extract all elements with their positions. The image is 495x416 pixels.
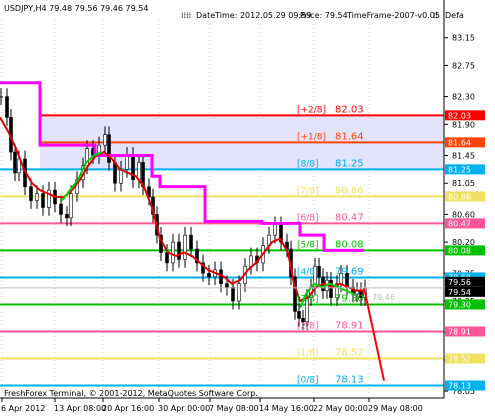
murrey-level-value: 82.03 <box>335 104 364 115</box>
ask-price-label: 79.56 <box>448 278 471 287</box>
candle-body <box>29 186 33 201</box>
murrey-level-value: 81.25 <box>335 158 364 169</box>
chart-window[interactable]: [+2/8] 82.03 [+1/8] 81.64 [8/8] 81.25 [7/8] 80.… <box>0 0 495 416</box>
price-tick-label: 82.30 <box>452 93 475 102</box>
header-marker-icon: ⁞⁞⁞⁞ <box>181 11 191 20</box>
candle-body <box>0 96 3 98</box>
header-marker-icon-2: ⁞⁞ <box>433 11 438 20</box>
candle-body <box>137 162 141 181</box>
murrey-level-name: [5/8] <box>297 240 319 250</box>
copyright-text: FreshForex Terminal, © 2001-2012, MetaQu… <box>4 389 258 398</box>
time-tick-label: 22 May 00:00 <box>313 404 368 413</box>
candle-body <box>103 134 107 146</box>
level-price-box-label: 80.47 <box>448 219 471 228</box>
murrey-level-name: [3/8] <box>297 294 319 304</box>
bid-price-label: 79.54 <box>448 288 471 297</box>
candle-body <box>119 169 123 184</box>
candle-body <box>297 311 301 319</box>
murrey-level-value: 81.64 <box>335 131 364 142</box>
murrey-level-name: [2/8] <box>297 321 319 331</box>
murrey-level-value: 80.86 <box>335 185 364 196</box>
candle-body <box>171 241 175 264</box>
murrey-level-name: [1/8] <box>297 349 319 359</box>
candle-body <box>249 255 253 267</box>
candle-body <box>237 283 241 302</box>
candle-body <box>59 203 63 215</box>
candle-body <box>189 234 193 250</box>
level-price-box-label: 81.64 <box>448 138 471 147</box>
level-price-box-label: 78.52 <box>448 355 471 364</box>
time-tick-label: 29 May 08:00 <box>368 404 423 413</box>
price-tick-label: 82.75 <box>452 61 475 70</box>
candle-body <box>207 272 211 278</box>
time-tick-label: 7 May 08:00 <box>209 404 259 413</box>
candle-body <box>65 214 69 219</box>
candle-body <box>183 234 187 260</box>
level-price-box-label: 80.08 <box>448 246 471 255</box>
candle-body <box>225 283 229 288</box>
level-price-box-label: 80.86 <box>448 192 471 201</box>
level-price-box-label: 79.30 <box>448 300 471 309</box>
murrey-level-value: 78.52 <box>335 348 364 359</box>
murrey-level-value: 79.69 <box>335 266 364 277</box>
murrey-level-name: [+2/8] <box>297 105 326 115</box>
murrey-level-name: [0/8] <box>297 376 319 386</box>
murrey-level-value: 80.08 <box>335 239 364 250</box>
level-price-box-label: 82.03 <box>448 111 471 120</box>
murrey-level-name: [4/8] <box>297 267 319 277</box>
murrey-level-name: [8/8] <box>297 159 319 169</box>
chart-background <box>0 0 495 416</box>
level-price-box-label: 81.25 <box>448 165 471 174</box>
time-tick-label: 30 Apr 00:00 <box>158 404 210 413</box>
candle-body <box>5 96 9 118</box>
header-date: DateTime: 2012.05.29 09:59 <box>196 11 311 20</box>
candle-body <box>13 151 17 174</box>
murrey-level-value: 80.47 <box>335 212 364 223</box>
candle-body <box>125 155 129 170</box>
price-tick-label: 81.05 <box>452 179 475 188</box>
murrey-level-name: [7/8] <box>297 186 319 196</box>
price-tick-label: 83.15 <box>452 34 475 43</box>
murrey-level-name: [+1/8] <box>297 132 326 142</box>
header-timeframe: TimeFrame-2007-v0.05 <box>346 11 440 20</box>
price-tick-label: 81.90 <box>452 120 475 129</box>
level-price-box-label: 78.13 <box>448 382 471 391</box>
candle-body <box>231 286 235 302</box>
candle-body <box>35 193 39 201</box>
murrey-level-value: 79.30 <box>335 293 364 304</box>
time-tick-label: 13 Apr 08:00 <box>54 404 106 413</box>
annotation-text: 79.46 <box>372 293 395 302</box>
candle-body <box>69 193 73 219</box>
price-tick-label: 80.60 <box>452 210 475 219</box>
header-price: Price: 79.54 <box>300 11 348 20</box>
murrey-level-value: 78.13 <box>335 375 364 386</box>
time-tick-label: 6 Apr 2012 <box>1 404 45 413</box>
time-tick-label: 20 Apr 16:00 <box>102 404 154 413</box>
indicator-header: ⁞⁞⁞⁞ DateTime: 2012.05.29 09:59 Price: 7… <box>181 11 464 20</box>
candle-body <box>273 224 277 236</box>
header-extra: Defa <box>445 11 464 20</box>
murrey-level-value: 78.91 <box>335 320 364 331</box>
time-tick-label: 14 May 16:00 <box>259 404 314 413</box>
candle-body <box>41 193 45 208</box>
candle-body <box>177 241 181 260</box>
level-price-box-label: 78.91 <box>448 327 471 336</box>
murrey-level-name: [6/8] <box>297 213 319 223</box>
price-tick-label: 81.45 <box>452 152 475 161</box>
symbol-info: USDJPY,H4 79.48 79.56 79.46 79.54 <box>4 4 148 13</box>
candle-body <box>165 252 169 264</box>
